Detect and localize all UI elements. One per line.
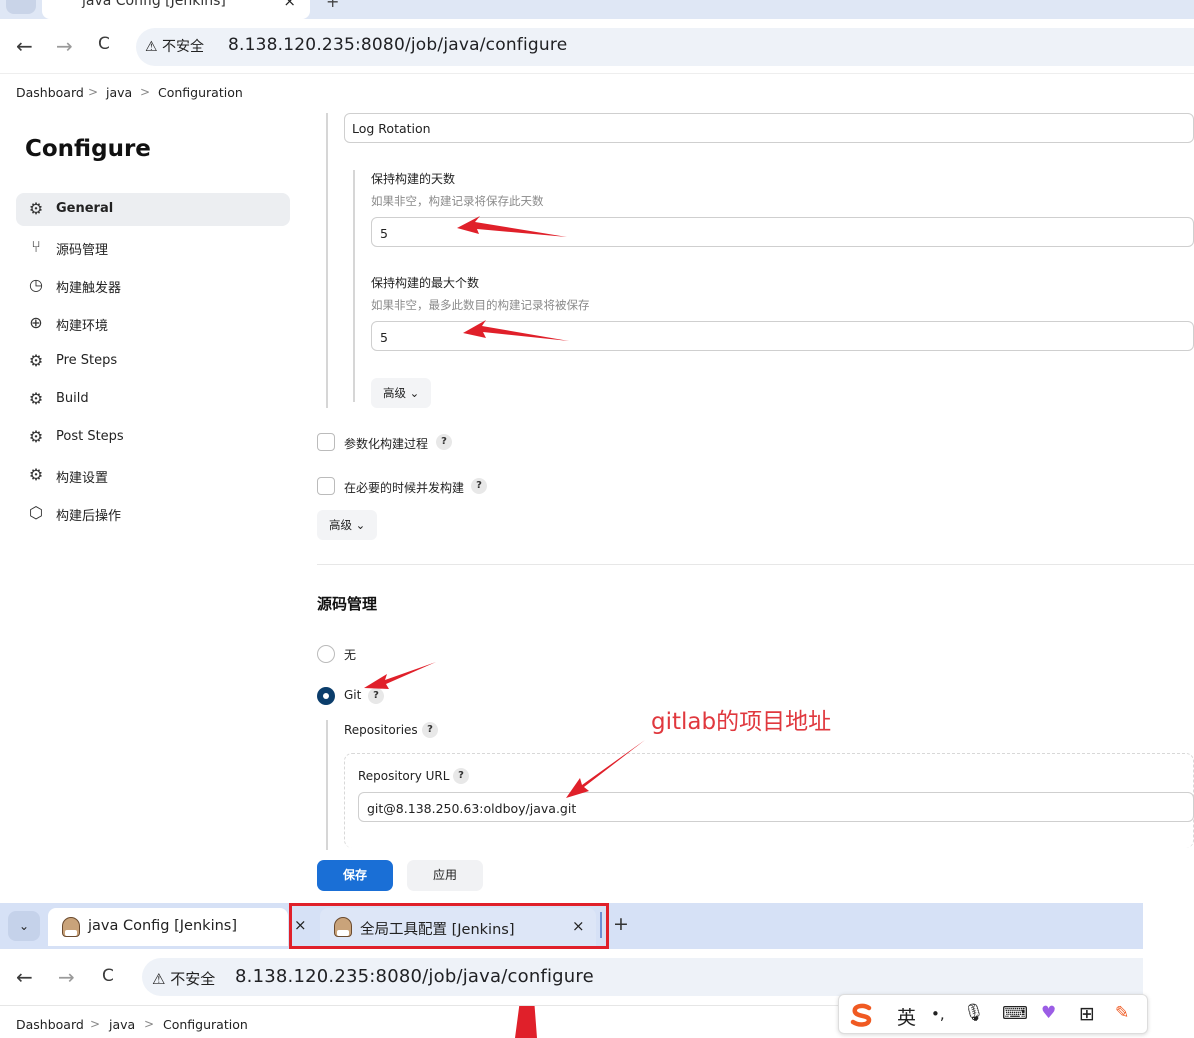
arrow-days [457,216,567,237]
jenkins-icon [62,917,80,937]
breadcrumb-configuration[interactable]: Configuration [163,1017,248,1032]
chevron-right-icon: > [144,1017,155,1031]
skin-icon[interactable]: ♥ [1041,1003,1056,1023]
highlight-box [289,903,609,949]
sogou-logo-icon [850,1003,872,1027]
chevron-right-icon: > [90,1017,101,1031]
arrow-max [463,320,569,341]
annotation-arrows [364,216,645,1038]
grid-menu-icon[interactable]: ⊞ [1079,1003,1095,1025]
breadcrumb-dashboard[interactable]: Dashboard [16,1017,84,1032]
ime-lang-toggle[interactable]: 英 [897,1003,916,1030]
arrow-git [364,662,436,689]
ime-toolbar: 英 •, 🎙 ⌨ ♥ ⊞ ✎ [838,994,1148,1034]
tab-search-button[interactable]: ⌄ [8,911,40,941]
apply-button[interactable]: 应用 [407,860,483,891]
breadcrumb-java[interactable]: java [109,1017,135,1032]
url-text[interactable]: 8.138.120.235:8080/job/java/configure [235,966,594,987]
not-secure-badge[interactable]: ⚠ 不安全 [152,968,215,989]
ime-punct-icon[interactable]: •, [931,1005,945,1023]
keyboard-icon[interactable]: ⌨ [1002,1003,1028,1024]
tab-title: java Config [Jenkins] [88,918,237,934]
microphone-icon[interactable]: 🎙 [963,1003,985,1023]
forward-arrow-icon[interactable]: → [58,965,75,989]
save-button[interactable]: 保存 [317,860,393,891]
ime-mascot-icon[interactable]: ✎ [1115,1003,1129,1023]
tab-java-config[interactable]: java Config [Jenkins] [48,908,288,946]
back-arrow-icon[interactable]: ← [16,965,33,989]
reload-icon[interactable]: C [102,966,114,986]
arrow-repo [566,740,645,798]
new-tab-icon[interactable]: + [613,913,629,935]
